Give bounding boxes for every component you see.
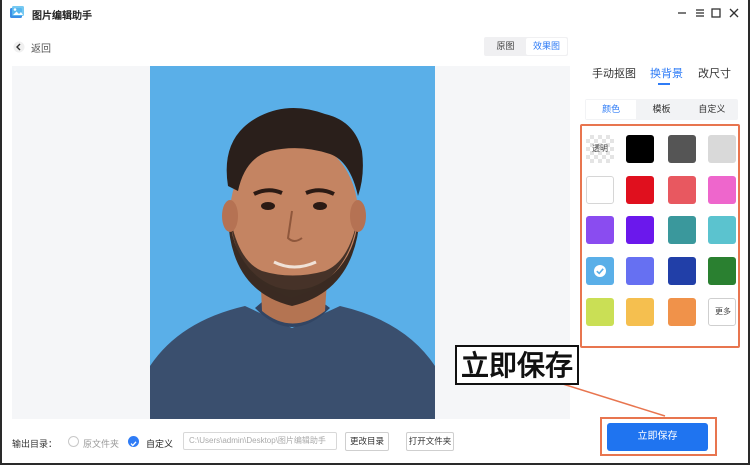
color-swatch[interactable] <box>626 298 654 326</box>
color-swatch[interactable] <box>626 216 654 244</box>
minimize-icon[interactable] <box>675 6 689 20</box>
tab-color[interactable]: 颜色 <box>586 100 637 119</box>
close-icon[interactable] <box>727 6 741 20</box>
tab-result[interactable]: 效果图 <box>526 38 567 55</box>
color-swatch[interactable] <box>668 216 696 244</box>
color-swatch[interactable] <box>586 176 614 204</box>
left-border <box>0 0 2 465</box>
color-swatch[interactable] <box>708 176 736 204</box>
output-path-input[interactable]: C:\Users\admin\Desktop\图片编辑助手 <box>183 432 337 450</box>
color-swatch[interactable] <box>626 257 654 285</box>
tab-original[interactable]: 原图 <box>485 38 526 55</box>
tab-template[interactable]: 模板 <box>636 100 686 119</box>
color-swatch[interactable] <box>708 216 736 244</box>
chevron-left-icon <box>13 41 25 53</box>
app-title: 图片编辑助手 <box>32 11 92 22</box>
menu-icon[interactable] <box>693 6 707 20</box>
color-swatch[interactable] <box>668 176 696 204</box>
color-swatch[interactable] <box>708 257 736 285</box>
callout-text: 立即保存 <box>460 349 573 382</box>
tab-custom[interactable]: 自定义 <box>687 100 737 119</box>
check-icon <box>130 441 137 447</box>
save-button[interactable]: 立即保存 <box>607 423 708 451</box>
color-swatch[interactable] <box>668 135 696 163</box>
tab-change-background[interactable]: 换背景 <box>650 65 683 81</box>
color-swatch[interactable] <box>586 257 614 285</box>
back-label: 返回 <box>31 43 51 55</box>
tab-manual-cutout[interactable]: 手动抠图 <box>592 65 636 81</box>
maximize-icon[interactable] <box>709 6 723 20</box>
open-folder-button[interactable]: 打开文件夹 <box>406 432 454 451</box>
swatch-more-button[interactable]: 更多 <box>708 298 736 326</box>
sub-tabs: 颜色 模板 自定义 <box>585 99 738 120</box>
swatch-more-label: 更多 <box>715 307 731 316</box>
tab-resize[interactable]: 改尺寸 <box>698 65 731 81</box>
radio-original-folder-label: 原文件夹 <box>83 439 120 449</box>
radio-custom[interactable] <box>128 436 139 447</box>
swatch-transparent[interactable]: 透明 <box>586 135 614 163</box>
selected-check-icon <box>594 265 606 277</box>
color-swatch[interactable] <box>586 216 614 244</box>
color-swatch[interactable] <box>668 257 696 285</box>
color-swatch[interactable] <box>626 135 654 163</box>
color-swatch[interactable] <box>668 298 696 326</box>
radio-original-folder[interactable] <box>68 436 79 447</box>
color-swatch[interactable] <box>626 176 654 204</box>
radio-custom-label: 自定义 <box>146 439 174 449</box>
portrait-image <box>150 107 435 419</box>
color-swatch-panel: 透明更多 <box>580 124 740 348</box>
active-tab-indicator <box>658 83 670 85</box>
preview-photo <box>150 66 435 419</box>
output-dir-label: 输出目录： <box>12 439 58 449</box>
side-tabs: 手动抠图 换背景 改尺寸 <box>582 62 742 82</box>
color-swatch[interactable] <box>586 298 614 326</box>
back-button[interactable]: 返回 <box>13 40 51 55</box>
swatch-transparent-label: 透明 <box>592 144 608 153</box>
title-bar: 图片编辑助手 <box>0 0 750 28</box>
app-logo-icon <box>10 6 24 18</box>
view-toggle: 原图 效果图 <box>484 37 568 56</box>
color-swatch[interactable] <box>708 135 736 163</box>
save-callout: 立即保存 <box>455 345 579 385</box>
change-directory-button[interactable]: 更改目录 <box>345 432 389 451</box>
